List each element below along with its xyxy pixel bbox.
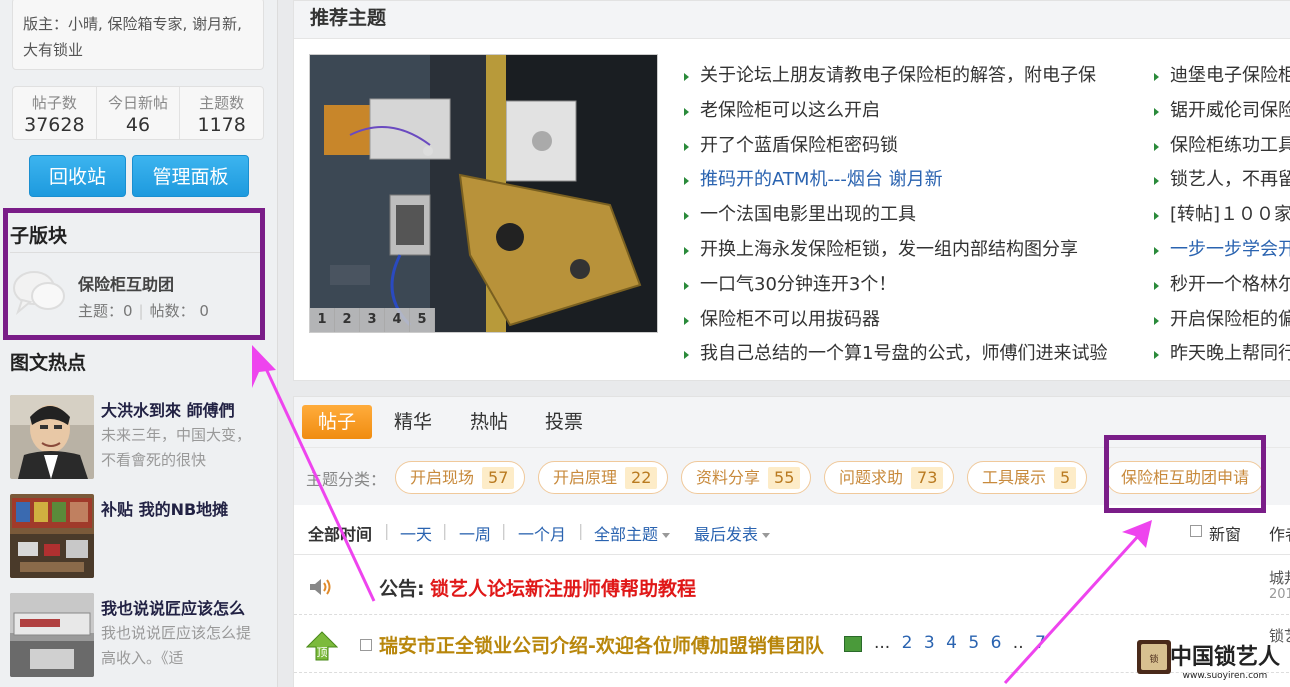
arrow-to-apply [1003,520,1152,685]
site-watermark-logo: 锁 中国锁艺人 www.suoyiren.com [1135,632,1285,684]
svg-text:锁: 锁 [1149,653,1158,665]
svg-text:中国锁艺人: 中国锁艺人 [1170,644,1280,670]
annotation-arrows [252,345,1152,685]
svg-text:www.suoyiren.com: www.suoyiren.com [1183,671,1268,681]
arrow-to-subforum [252,345,376,602]
